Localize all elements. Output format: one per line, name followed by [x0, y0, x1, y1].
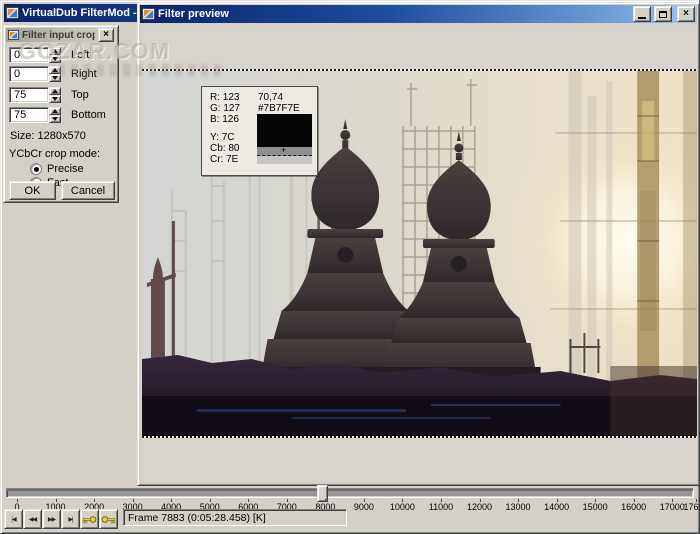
pixel-coords: 70,74 [258, 92, 283, 103]
precise-radio-row[interactable]: Precise [30, 163, 84, 175]
crop-bottom-row: 75 Bottom [9, 107, 106, 123]
step-back-button[interactable]: ◀◀ [23, 509, 42, 529]
ok-button[interactable]: OK [9, 181, 56, 200]
key-icon [101, 514, 116, 525]
crop-right-input[interactable]: 0 [9, 66, 49, 82]
crop-margin-bottom [142, 438, 697, 481]
bottom-bar: |◀◀◀▶▶▶| Frame 7883 (0:05:28.458) [K] [0, 509, 700, 531]
crop-size-text: Size: 1280x570 [10, 130, 86, 142]
crop-dialog-title: Filter input cropping [22, 30, 95, 41]
transport-buttons: |◀◀◀▶▶▶| [4, 509, 118, 529]
pixel-y-label: Y: 7C [210, 132, 234, 143]
step-forward-button[interactable]: ▶▶ [42, 509, 61, 529]
crop-dialog-icon [8, 30, 19, 40]
pixel-zoom-swatch: + [257, 114, 312, 164]
crop-top-spin-up[interactable] [49, 87, 61, 95]
prev-keyframe-button[interactable] [80, 509, 99, 529]
precise-radio-label: Precise [47, 163, 84, 175]
screen: { "watermark": { "text": "GOZAR.COM" }, … [0, 0, 700, 534]
close-button[interactable]: × [677, 6, 695, 22]
position-trackbar: 0100020003000400050006000700080009000100… [0, 485, 700, 512]
key-icon [82, 514, 97, 525]
preview-titlebar[interactable]: Filter preview × [140, 5, 697, 23]
pixel-hex: #7B7F7E [258, 103, 300, 114]
crop-left-label: Left [71, 49, 89, 61]
crop-bottom-spin-up[interactable] [49, 107, 61, 115]
status-field: Frame 7883 (0:05:28.458) [K] [123, 509, 347, 526]
pixel-cb-label: Cb: 80 [210, 143, 239, 154]
precise-radio[interactable] [30, 163, 42, 175]
minimize-icon [638, 17, 646, 19]
preview-window-title: Filter preview [158, 8, 630, 20]
ycbcr-mode-label: YCbCr crop mode: [9, 148, 100, 160]
color-info-popup: R: 123 G: 127 B: 126 Y: 7C Cb: 80 Cr: 7E… [201, 86, 318, 176]
crop-right-spin-up[interactable] [49, 66, 61, 74]
maximize-icon [659, 11, 667, 18]
crop-right-row: 0 Right [9, 66, 97, 82]
timeline-ticks: 0100020003000400050006000700080009000100… [0, 485, 700, 512]
crop-bottom-label: Bottom [71, 109, 106, 121]
cancel-button[interactable]: Cancel [61, 181, 115, 200]
next-keyframe-button[interactable] [99, 509, 118, 529]
pixel-cr-label: Cr: 7E [210, 154, 238, 165]
crop-left-row: 0 Left [9, 47, 89, 63]
crop-left-input[interactable]: 0 [9, 47, 49, 63]
virtualdub-icon [6, 7, 19, 19]
preview-window-icon [142, 8, 155, 20]
crop-margin-top [142, 25, 697, 69]
pixel-b-label: B: 126 [210, 114, 239, 125]
crop-top-input[interactable]: 75 [9, 87, 49, 103]
crop-dialog: Filter input cropping × 0 Left 0 Right 7… [3, 25, 119, 203]
go-start-button[interactable]: |◀ [4, 509, 23, 529]
crop-left-spin-down[interactable] [49, 55, 61, 63]
crop-bottom-input[interactable]: 75 [9, 107, 49, 123]
crop-top-spin-down[interactable] [49, 95, 61, 103]
crop-right-spin-down[interactable] [49, 74, 61, 82]
pixel-g-label: G: 127 [210, 103, 240, 114]
frame-status-text: Frame 7883 (0:05:28.458) [K] [128, 512, 266, 524]
crop-top-label: Top [71, 89, 89, 101]
crop-top-row: 75 Top [9, 87, 89, 103]
minimize-button[interactable] [633, 6, 651, 22]
crop-bottom-spin-down[interactable] [49, 115, 61, 123]
pixel-r-label: R: 123 [210, 92, 239, 103]
crop-right-label: Right [71, 68, 97, 80]
close-icon: × [683, 9, 689, 19]
crop-left-spin-up[interactable] [49, 47, 61, 55]
crop-dialog-close-icon: × [103, 30, 109, 40]
crosshair-icon: + [281, 145, 286, 155]
go-end-button[interactable]: ▶| [61, 509, 80, 529]
crop-dialog-close-button[interactable]: × [98, 28, 114, 42]
crop-dialog-titlebar[interactable]: Filter input cropping × [6, 28, 116, 42]
filter-preview-window: Filter preview × [137, 2, 700, 486]
maximize-button[interactable] [654, 6, 672, 22]
